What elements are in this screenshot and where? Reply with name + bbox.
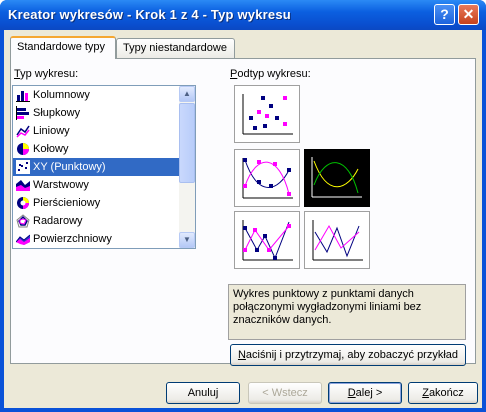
pie-chart-icon	[17, 143, 29, 155]
subtype-description: Wykres punktowy z punktami danych połącz…	[228, 284, 466, 340]
list-item-label: Kolumnowy	[33, 89, 90, 101]
list-item-radar[interactable]: Radarowy	[13, 212, 179, 230]
subtype-scatter-smooth-with-markers[interactable]	[234, 149, 300, 207]
column-chart-icon	[16, 91, 30, 102]
list-item-label: Liniowy	[33, 125, 70, 137]
list-item-label: Powierzchniowy	[33, 233, 112, 245]
area-chart-icon	[16, 180, 30, 191]
scroll-down-button[interactable]: ▼	[179, 232, 195, 248]
list-item-label: Warstwowy	[33, 179, 89, 191]
scatter-smooth-lines-icon	[311, 157, 362, 198]
list-item-pie[interactable]: Kołowy	[13, 140, 179, 158]
close-button[interactable]: ✕	[458, 4, 479, 25]
title-bar[interactable]: Kreator wykresów - Krok 1 z 4 - Typ wykr…	[0, 0, 486, 30]
scroll-thumb[interactable]	[179, 103, 195, 183]
subtype-label: Podtyp wykresu:	[230, 68, 311, 80]
list-item-column[interactable]: Kolumnowy	[13, 86, 179, 104]
list-item-area[interactable]: Warstwowy	[13, 176, 179, 194]
scatter-straight-lines-icon	[312, 220, 363, 261]
list-item-line[interactable]: Liniowy	[13, 122, 179, 140]
list-item-xy-scatter[interactable]: XY (Punktowy)	[13, 158, 179, 176]
list-item-bar[interactable]: Słupkowy	[13, 104, 179, 122]
tab-custom-types-label: Typy niestandardowe	[123, 42, 227, 54]
subtype-scatter-straight-no-markers[interactable]	[304, 211, 370, 269]
window-title: Kreator wykresów - Krok 1 z 4 - Typ wykr…	[8, 7, 291, 22]
chart-wizard-window: Kreator wykresów - Krok 1 z 4 - Typ wykr…	[0, 0, 486, 412]
tab-standard-types-label: Standardowe typy	[17, 41, 106, 53]
chevron-up-icon: ▲	[183, 89, 191, 98]
back-button[interactable]: < Wstecz	[248, 382, 322, 404]
tab-custom-types[interactable]: Typy niestandardowe	[116, 38, 235, 58]
list-item-doughnut[interactable]: Pierścieniowy	[13, 194, 179, 212]
doughnut-chart-icon	[17, 197, 29, 209]
scroll-up-button[interactable]: ▲	[179, 86, 195, 102]
scatter-smooth-markers-icon	[242, 158, 293, 199]
cancel-button[interactable]: Anuluj	[166, 382, 240, 404]
surface-chart-icon	[16, 234, 30, 245]
dialog-body: Standardowe typy Typy niestandardowe Typ…	[4, 30, 482, 408]
list-item-label: Radarowy	[33, 215, 83, 227]
chart-type-label: Typ wykresu:	[14, 68, 79, 80]
subtype-scatter-smooth-no-markers[interactable]	[304, 149, 370, 207]
list-item-label: Słupkowy	[33, 107, 81, 119]
chevron-down-icon: ▼	[183, 235, 191, 244]
line-chart-icon	[16, 125, 30, 138]
next-button[interactable]: Dalej >	[328, 382, 402, 404]
list-item-label: Kołowy	[33, 143, 69, 155]
subtype-scatter-straight-with-markers[interactable]	[234, 211, 300, 269]
list-item-surface[interactable]: Powierzchniowy	[13, 230, 179, 248]
list-scrollbar[interactable]: ▲ ▼	[179, 86, 195, 248]
list-item-label: XY (Punktowy)	[33, 161, 106, 173]
finish-button[interactable]: Zakończ	[408, 382, 478, 404]
help-button[interactable]: ?	[434, 4, 455, 25]
radar-chart-icon	[16, 214, 30, 228]
list-item-label: Pierścieniowy	[33, 197, 101, 209]
scatter-straight-markers-icon	[242, 220, 293, 261]
scatter-chart-icon	[16, 160, 30, 174]
press-and-hold-preview-button[interactable]: Naciśnij i przytrzymaj, aby zobaczyć prz…	[230, 344, 466, 366]
tab-standard-types[interactable]: Standardowe typy	[10, 36, 116, 59]
scatter-markers-only-icon	[242, 94, 293, 135]
chart-type-list[interactable]: Kolumnowy Słupkowy Liniowy Kołowy XY (Pu…	[12, 85, 196, 249]
subtype-scatter-markers-only[interactable]	[234, 85, 300, 143]
bar-chart-icon	[16, 106, 29, 120]
